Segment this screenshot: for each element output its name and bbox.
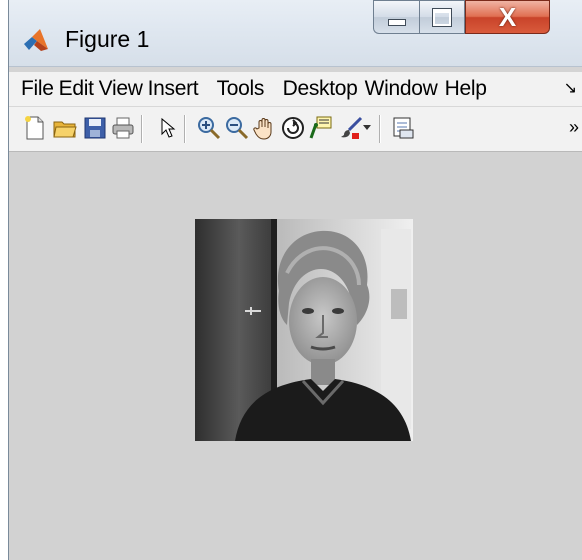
maximize-button[interactable] bbox=[419, 0, 465, 34]
dropdown-icon[interactable] bbox=[361, 115, 373, 141]
open-file-icon[interactable] bbox=[53, 115, 77, 141]
maximize-icon bbox=[432, 7, 452, 27]
close-button[interactable]: X bbox=[465, 0, 550, 34]
print-icon[interactable] bbox=[111, 115, 135, 141]
toolbar-separator bbox=[141, 115, 143, 143]
menu-window[interactable]: Window bbox=[360, 77, 440, 101]
rotate-3d-icon[interactable] bbox=[281, 115, 305, 141]
new-figure-icon[interactable] bbox=[23, 115, 47, 141]
menu-desktop[interactable]: Desktop bbox=[278, 77, 360, 101]
minimize-icon bbox=[387, 18, 406, 26]
figure-toolbar: » bbox=[9, 107, 582, 152]
menu-file[interactable]: File bbox=[9, 77, 54, 101]
data-cursor-icon[interactable] bbox=[309, 115, 333, 141]
menu-insert[interactable]: Insert bbox=[143, 77, 212, 101]
portrait-image bbox=[195, 219, 413, 441]
pan-hand-icon[interactable] bbox=[253, 115, 277, 141]
menu-bar: File Edit View Insert Tools Desktop Wind… bbox=[9, 72, 582, 107]
close-icon: X bbox=[498, 1, 517, 32]
menu-view[interactable]: View bbox=[94, 77, 143, 101]
title-bar[interactable]: Figure 1 X bbox=[9, 0, 582, 67]
zoom-out-icon[interactable] bbox=[225, 115, 249, 141]
zoom-in-icon[interactable] bbox=[197, 115, 221, 141]
toolbar-separator bbox=[379, 115, 381, 143]
image-axes bbox=[195, 219, 413, 441]
overflow-icon[interactable]: » bbox=[569, 117, 579, 138]
matlab-icon[interactable] bbox=[23, 27, 49, 53]
brush-icon[interactable] bbox=[339, 115, 363, 141]
menu-overflow-icon[interactable]: ↘ bbox=[564, 78, 577, 98]
link-plot-icon[interactable] bbox=[391, 115, 415, 141]
figure-canvas bbox=[9, 152, 582, 560]
caption-buttons: X bbox=[373, 0, 550, 36]
window-title: Figure 1 bbox=[65, 26, 150, 52]
figure-window: Figure 1 X File Edit View Insert Tools D… bbox=[8, 0, 582, 560]
menu-edit[interactable]: Edit bbox=[54, 77, 94, 101]
select-arrow-icon[interactable] bbox=[155, 115, 179, 141]
menu-tools[interactable]: Tools bbox=[212, 77, 278, 101]
save-icon[interactable] bbox=[83, 115, 107, 141]
minimize-button[interactable] bbox=[373, 0, 419, 34]
menu-help[interactable]: Help bbox=[440, 77, 487, 101]
toolbar-separator bbox=[184, 115, 186, 143]
